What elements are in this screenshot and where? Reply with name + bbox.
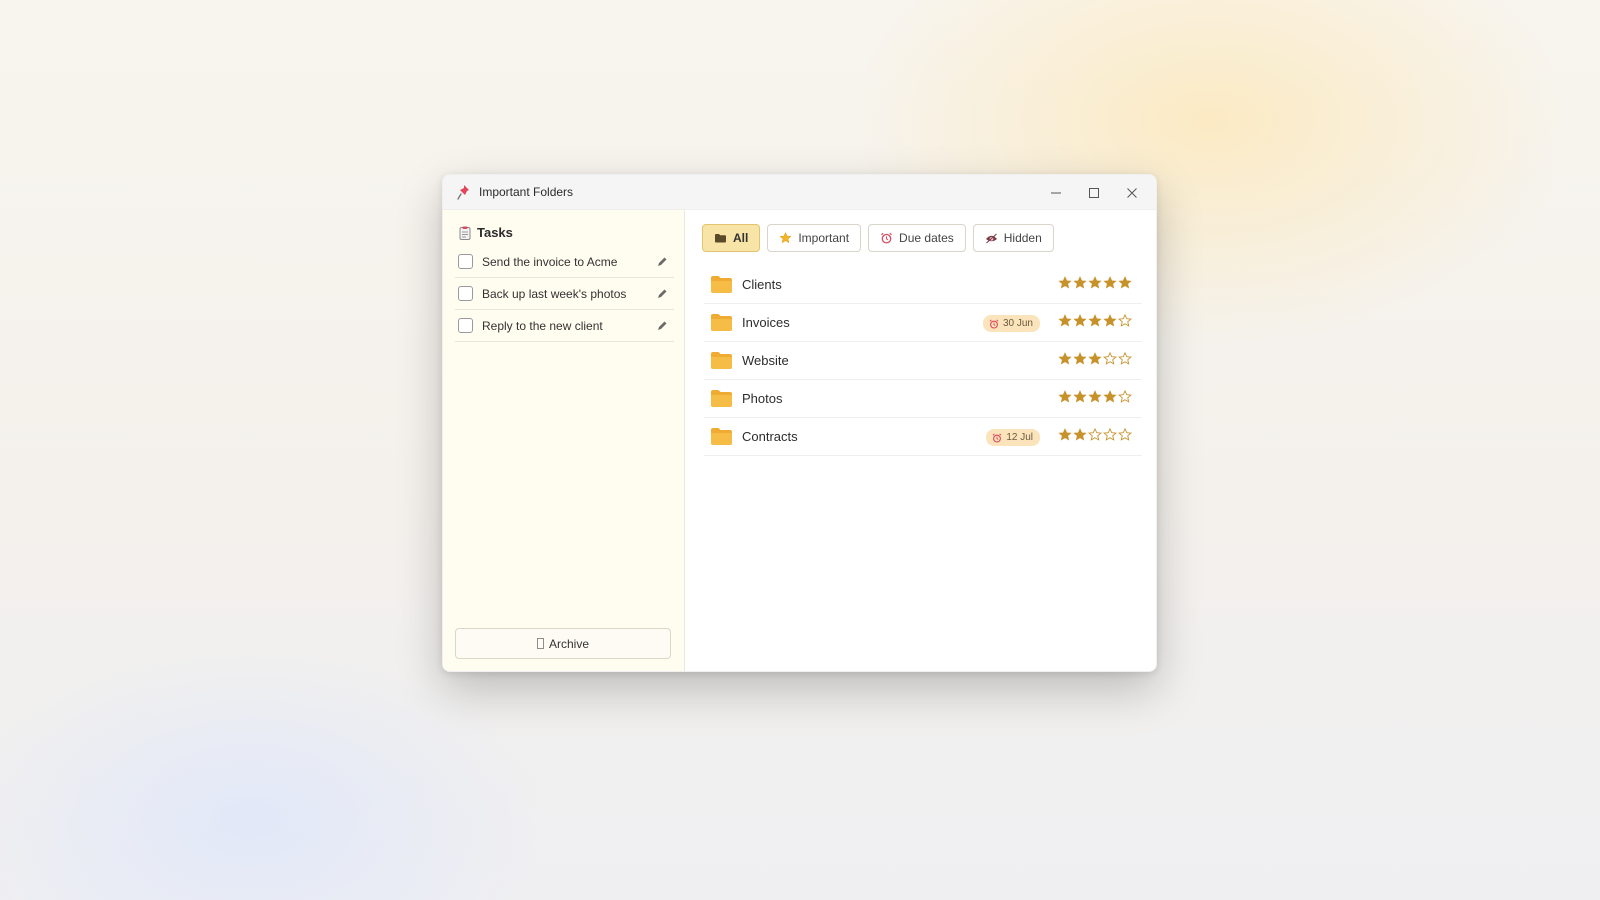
folder-row-photos[interactable]: Photos <box>704 380 1142 418</box>
alarm-clock-icon <box>989 319 999 329</box>
task-label: Reply to the new client <box>482 318 603 333</box>
star-filled-icon[interactable] <box>1118 276 1132 290</box>
pencil-icon[interactable] <box>656 256 668 268</box>
star-icon <box>779 232 792 244</box>
rating-stars[interactable] <box>1058 352 1132 366</box>
star-filled-icon[interactable] <box>1058 352 1072 366</box>
star-filled-icon[interactable] <box>1073 314 1087 328</box>
folder-name: Website <box>742 353 789 368</box>
close-button[interactable] <box>1113 175 1151 210</box>
task-item[interactable]: Send the invoice to Acme <box>455 246 674 278</box>
star-filled-icon[interactable] <box>1073 352 1087 366</box>
folder-row-website[interactable]: Website <box>704 342 1142 380</box>
maximize-icon <box>1089 187 1099 198</box>
star-filled-icon[interactable] <box>1073 390 1087 404</box>
archive-label: Archive <box>548 636 589 651</box>
star-empty-icon[interactable] <box>1118 428 1132 442</box>
folder-name: Photos <box>742 391 783 406</box>
star-filled-icon[interactable] <box>1103 276 1117 290</box>
pencil-icon[interactable] <box>656 288 668 300</box>
maximize-button[interactable] <box>1075 175 1113 210</box>
star-filled-icon[interactable] <box>1103 314 1117 328</box>
rating-stars[interactable] <box>1058 314 1132 328</box>
folder-name: Contracts <box>742 429 798 444</box>
star-empty-icon[interactable] <box>1103 428 1117 442</box>
app-window: Important Folders Tasks Send the invoice… <box>442 174 1157 672</box>
task-label: Send the invoice to Acme <box>482 254 618 269</box>
pushpin-icon <box>457 185 469 200</box>
filter-hidden[interactable]: Hidden <box>972 224 1054 252</box>
star-filled-icon[interactable] <box>1088 352 1102 366</box>
tasks-heading: Tasks <box>477 225 513 240</box>
star-filled-icon[interactable] <box>1088 276 1102 290</box>
filter-all-label: All <box>733 231 749 245</box>
task-list: Send the invoice to Acme Back up last we… <box>455 246 674 342</box>
pencil-icon[interactable] <box>656 320 668 332</box>
star-filled-icon[interactable] <box>1103 390 1117 404</box>
star-empty-icon[interactable] <box>1118 314 1132 328</box>
folder-icon <box>715 234 726 243</box>
folder-icon <box>711 276 732 293</box>
filter-all[interactable]: All <box>702 224 761 252</box>
archive-button[interactable]: Archive <box>455 628 671 659</box>
task-item[interactable]: Back up last week's photos <box>455 278 674 310</box>
alarm-clock-icon <box>992 433 1002 443</box>
due-date-text: 12 Jul <box>1006 432 1033 443</box>
alarm-clock-icon <box>881 232 892 244</box>
window-title: Important Folders <box>479 185 574 199</box>
minimize-icon <box>1051 192 1061 193</box>
task-label: Back up last week's photos <box>482 286 627 301</box>
folder-icon <box>711 314 732 331</box>
due-date-badge: 12 Jul <box>986 429 1040 446</box>
task-item[interactable]: Reply to the new client <box>455 310 674 342</box>
star-empty-icon[interactable] <box>1118 390 1132 404</box>
star-filled-icon[interactable] <box>1058 276 1072 290</box>
folder-row-contracts[interactable]: Contracts 12 Jul <box>704 418 1142 456</box>
star-filled-icon[interactable] <box>1073 428 1087 442</box>
star-filled-icon[interactable] <box>1088 314 1102 328</box>
tasks-sidebar: Tasks Send the invoice to Acme Back up l… <box>443 210 685 671</box>
folder-row-invoices[interactable]: Invoices 30 Jun <box>704 304 1142 342</box>
star-filled-icon[interactable] <box>1058 390 1072 404</box>
archive-icon <box>536 638 544 649</box>
title-bar[interactable]: Important Folders <box>443 175 1156 210</box>
star-filled-icon[interactable] <box>1058 314 1072 328</box>
clipboard-icon <box>459 226 471 240</box>
folder-name: Invoices <box>742 315 790 330</box>
filter-important[interactable]: Important <box>767 224 862 252</box>
filter-hidden-label: Hidden <box>1003 231 1042 245</box>
folders-panel: All Important Due dates Hidden Clients I… <box>685 210 1156 671</box>
due-date-badge: 30 Jun <box>982 315 1040 332</box>
folder-icon <box>711 428 732 445</box>
minimize-button[interactable] <box>1037 175 1075 210</box>
task-checkbox[interactable] <box>458 254 473 269</box>
hidden-icon <box>985 233 997 244</box>
star-empty-icon[interactable] <box>1118 352 1132 366</box>
filter-bar: All Important Due dates Hidden <box>702 224 1054 252</box>
star-empty-icon[interactable] <box>1103 352 1117 366</box>
star-filled-icon[interactable] <box>1073 276 1087 290</box>
star-filled-icon[interactable] <box>1088 390 1102 404</box>
tasks-header: Tasks <box>459 225 513 240</box>
filter-due-dates[interactable]: Due dates <box>868 224 966 252</box>
rating-stars[interactable] <box>1058 428 1132 442</box>
folder-name: Clients <box>742 277 782 292</box>
filter-important-label: Important <box>798 231 850 245</box>
task-checkbox[interactable] <box>458 286 473 301</box>
close-icon <box>1127 187 1137 198</box>
folder-icon <box>711 390 732 407</box>
star-filled-icon[interactable] <box>1058 428 1072 442</box>
folder-row-clients[interactable]: Clients <box>704 266 1142 304</box>
folder-list: Clients Invoices 30 Jun Website Photos C… <box>704 266 1142 456</box>
task-checkbox[interactable] <box>458 318 473 333</box>
star-empty-icon[interactable] <box>1088 428 1102 442</box>
rating-stars[interactable] <box>1058 390 1132 404</box>
rating-stars[interactable] <box>1058 276 1132 290</box>
folder-icon <box>711 352 732 369</box>
filter-due-dates-label: Due dates <box>899 231 954 245</box>
due-date-text: 30 Jun <box>1002 318 1033 329</box>
